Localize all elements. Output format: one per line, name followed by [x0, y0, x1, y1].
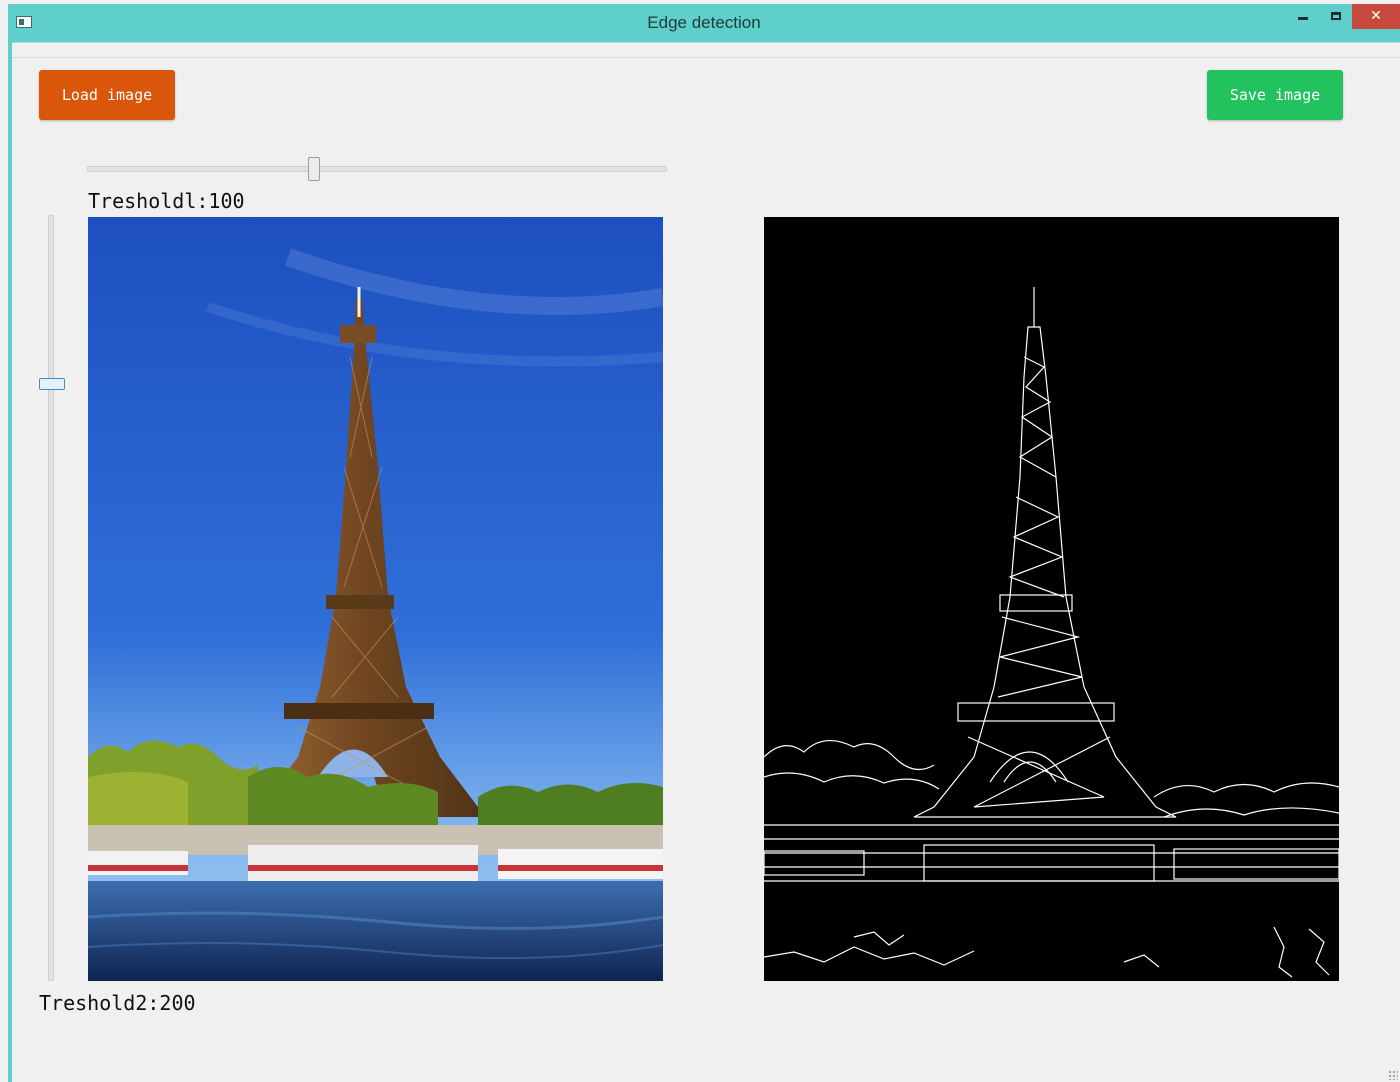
threshold2-slider-track[interactable] [48, 215, 54, 981]
threshold1-label: Tresholdl:100 [88, 189, 245, 213]
original-image [88, 217, 663, 981]
minimize-icon [1298, 16, 1308, 20]
threshold2-slider-thumb[interactable] [39, 377, 65, 390]
threshold1-slider[interactable] [87, 157, 667, 181]
close-button[interactable]: ✕ [1352, 4, 1400, 29]
app-window: Edge detection ✕ Load image Save image T… [8, 4, 1400, 1082]
eiffel-tower-edges [764, 217, 1339, 981]
client-area: Load image Save image Tresholdl:100 Tres… [12, 42, 1400, 1082]
resize-grip[interactable] [1388, 1070, 1398, 1080]
title-bar[interactable]: Edge detection ✕ [8, 4, 1400, 42]
load-image-button[interactable]: Load image [39, 70, 175, 120]
minimize-button[interactable] [1290, 4, 1316, 29]
maximize-icon [1331, 12, 1341, 20]
threshold2-slider[interactable] [39, 215, 65, 981]
save-image-button[interactable]: Save image [1207, 70, 1343, 120]
threshold1-slider-track[interactable] [87, 166, 667, 172]
eiffel-tower-photo [88, 217, 663, 981]
edge-detection-image [764, 217, 1339, 981]
close-icon: ✕ [1370, 8, 1382, 24]
window-title: Edge detection [647, 13, 761, 32]
menu-strip [12, 43, 1400, 58]
maximize-button[interactable] [1322, 4, 1350, 29]
threshold1-slider-thumb[interactable] [308, 157, 321, 181]
threshold2-label: Treshold2:200 [39, 991, 196, 1015]
